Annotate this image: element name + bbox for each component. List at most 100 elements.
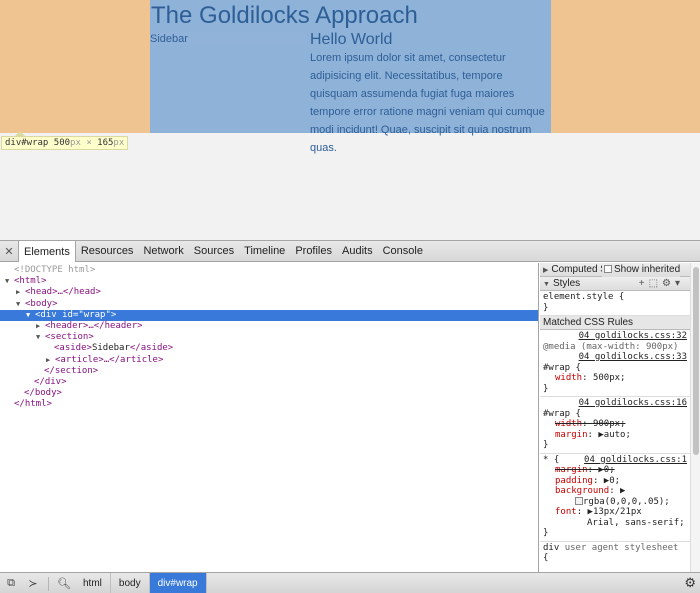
tab-timeline[interactable]: Timeline (239, 241, 290, 261)
body-close-tag: </body> (24, 388, 62, 399)
element-state-icon[interactable]: ⬚ (649, 278, 662, 289)
source-link[interactable]: 04 goldilocks.css:33 (543, 352, 687, 363)
tooltip-unit: px (113, 138, 125, 148)
tab-console[interactable]: Console (378, 241, 428, 261)
collapse-triangle-icon[interactable]: ▶ (46, 355, 55, 366)
html-open-tag: <html> (14, 276, 47, 287)
dom-node-body-close[interactable]: </body> (0, 388, 538, 399)
margin-highlight-right (551, 0, 700, 133)
breadcrumb-body[interactable]: body (111, 573, 150, 593)
aside-close-tag: </aside> (129, 343, 174, 354)
dom-node-section-close[interactable]: </section> (0, 366, 538, 377)
collapse-triangle-icon[interactable]: ▶ (543, 267, 548, 274)
tab-elements[interactable]: Elements (18, 241, 76, 262)
expand-triangle-icon[interactable]: ▼ (36, 332, 45, 343)
doctype-text: <!DOCTYPE html> (14, 265, 96, 275)
article-title: Hello World (310, 31, 393, 48)
property-value: ▶0; (603, 475, 621, 486)
css-property-font-value[interactable]: Arial, sans-serif; (543, 518, 687, 529)
styles-scrollbar[interactable] (690, 263, 700, 572)
css-property-padding[interactable]: padding: ▶0; (543, 476, 687, 487)
collapse-triangle-icon[interactable]: ▶ (36, 321, 45, 332)
dom-node-doctype[interactable]: <!DOCTYPE html> (0, 265, 538, 276)
property-value: ▶0; (598, 465, 615, 475)
property-value: Arial, sans-serif; (587, 517, 685, 528)
dom-node-aside[interactable]: <aside>Sidebar</aside> (0, 343, 538, 354)
ua-selector[interactable]: div (543, 543, 559, 553)
color-swatch-icon[interactable] (575, 496, 583, 505)
tab-sources[interactable]: Sources (189, 241, 239, 261)
styles-label: Styles (552, 278, 581, 289)
element-style-selector[interactable]: element.style { (543, 292, 687, 303)
source-link[interactable]: 04 goldilocks.css:32 (543, 331, 687, 342)
dom-node-div-close[interactable]: </div> (0, 377, 538, 388)
css-rule-media-wrap: 04 goldilocks.css:32 @media (max-width: … (540, 330, 690, 397)
body-open-tag: <body> (25, 298, 58, 309)
tab-profiles[interactable]: Profiles (290, 241, 337, 261)
margin-highlight-left (0, 0, 150, 133)
rule-selector[interactable]: * { (543, 455, 559, 466)
styles-sidebar: ▶ Computed Style Show inherited ▼ Styles +⬚⚙… (540, 263, 690, 572)
dom-tree: <!DOCTYPE html> ▼ <html> ▶ <head>…</head> … (0, 263, 539, 572)
dom-node-header[interactable]: ▶ <header>…</header> (0, 321, 538, 332)
computed-style-header[interactable]: ▶ Computed Style Show inherited (540, 263, 690, 277)
article-tag: <article>…</article> (55, 354, 164, 365)
tooltip-height: 165 (97, 138, 114, 148)
expand-triangle-icon[interactable]: ▼ (26, 310, 35, 321)
tooltip-times: × (86, 138, 92, 148)
property-value: 500px; (592, 373, 626, 383)
dom-node-html[interactable]: ▼ <html> (0, 276, 538, 287)
dom-node-section[interactable]: ▼ <section> (0, 332, 538, 343)
css-property-background-value[interactable]: rgba(0,0,0,.05); (543, 496, 687, 508)
close-icon[interactable]: ✕ (0, 241, 18, 261)
rule-selector[interactable]: #wrap { (543, 363, 687, 374)
property-value: 900px; (592, 419, 626, 429)
tab-resources[interactable]: Resources (76, 241, 139, 261)
show-inherited-checkbox[interactable] (604, 265, 612, 273)
css-property-width-overridden[interactable]: width: 900px; (543, 419, 687, 430)
show-inherited-label: Show inherited (614, 264, 681, 275)
element-style-rule: element.style { } (540, 291, 690, 316)
show-inherited-control[interactable]: Show inherited (602, 263, 681, 277)
scrollbar-thumb[interactable] (693, 267, 699, 455)
tab-audits[interactable]: Audits (337, 241, 378, 261)
add-rule-icon[interactable]: + (639, 278, 649, 289)
gear-icon[interactable]: ⚙ (684, 575, 696, 591)
section-open-tag: <section> (45, 332, 94, 343)
expand-triangle-icon[interactable]: ▼ (16, 299, 25, 310)
collapse-triangle-icon[interactable]: ▶ (16, 287, 25, 298)
rule-selector[interactable]: #wrap { (543, 409, 687, 420)
source-link[interactable]: 04 goldilocks.css:1 (584, 455, 687, 466)
devtools-bottombar: ⧉ ≻ 🔍︎ html body div#wrap ⚙ (0, 572, 700, 593)
css-property-margin[interactable]: margin: ▶auto; (543, 430, 687, 441)
matched-rules-label: Matched CSS Rules (543, 317, 634, 328)
breadcrumb-html[interactable]: html (75, 573, 111, 593)
dom-node-html-close[interactable]: </html> (0, 399, 538, 410)
search-icon[interactable]: 🔍︎ (53, 573, 75, 593)
tab-network[interactable]: Network (138, 241, 188, 261)
div-open-tag: <div (35, 309, 57, 320)
settings-gear-icon[interactable]: ⚙▾ (662, 278, 684, 289)
css-property-width[interactable]: width: 500px; (543, 373, 687, 384)
css-property-margin-overridden[interactable]: margin: ▶0; (543, 465, 687, 476)
dom-node-article[interactable]: ▶ <article>…</article> (0, 355, 538, 366)
expand-triangle-icon[interactable]: ▼ (5, 276, 14, 287)
styles-header[interactable]: ▼ Styles +⬚⚙▾ (540, 277, 690, 291)
source-link[interactable]: 04 goldilocks.css:16 (543, 398, 687, 409)
dom-node-body[interactable]: ▼ <body> (0, 299, 538, 310)
media-query: @media (max-width: 900px) (543, 341, 679, 352)
property-value: ▶auto; (598, 429, 631, 440)
dom-node-div-wrap[interactable]: ▼ <div id="wrap"> (0, 309, 538, 321)
tooltip-width: 500 (53, 138, 71, 148)
css-property-background[interactable]: background: ▶ (543, 486, 687, 497)
css-property-font[interactable]: font: ▶13px/21px (543, 507, 687, 518)
devtools-tabbar: ✕ Elements Resources Network Sources Tim… (0, 241, 700, 262)
expand-triangle-icon[interactable]: ▼ (543, 281, 550, 288)
dock-icon[interactable]: ⧉ (0, 573, 22, 593)
dom-node-head[interactable]: ▶ <head>…</head> (0, 287, 538, 298)
breadcrumb-div-wrap[interactable]: div#wrap (149, 573, 207, 593)
header-tag: <header>…</header> (45, 320, 143, 331)
property-value: ▶13px/21px (587, 507, 642, 517)
property-value: rgba(0,0,0,.05); (583, 496, 670, 507)
console-drawer-icon[interactable]: ≻ (22, 573, 44, 593)
